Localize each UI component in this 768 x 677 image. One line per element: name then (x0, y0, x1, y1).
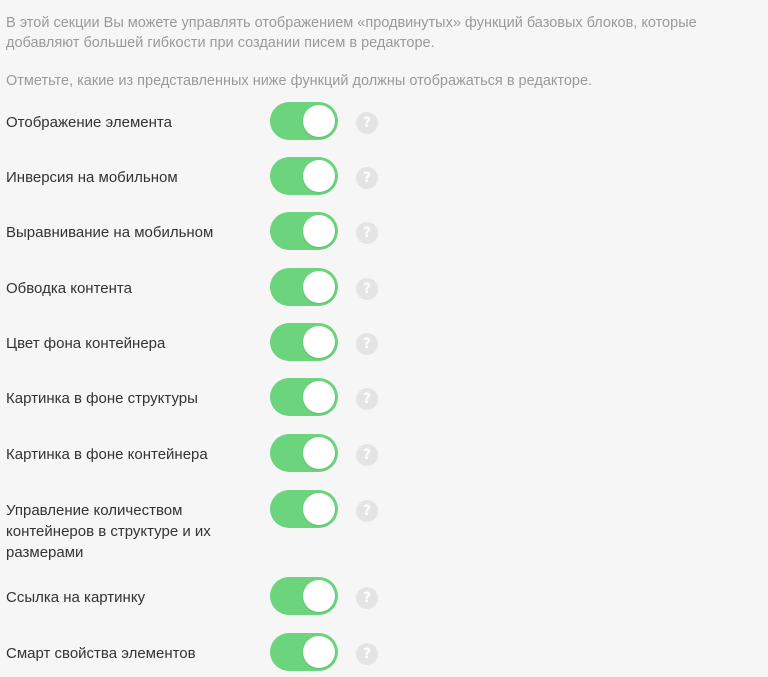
section-hint: Отметьте, какие из представленных ниже ф… (6, 73, 593, 89)
help-icon[interactable]: ? (356, 587, 378, 609)
help-icon[interactable]: ? (356, 333, 378, 355)
feature-toggle[interactable] (270, 633, 338, 671)
help-icon[interactable]: ? (356, 167, 378, 189)
feature-label: Картинка в фоне контейнера (6, 446, 208, 463)
toggle-knob (303, 580, 335, 612)
help-icon[interactable]: ? (356, 444, 378, 466)
toggle-knob (303, 160, 335, 192)
help-icon[interactable]: ? (356, 222, 378, 244)
help-icon[interactable]: ? (356, 500, 378, 522)
feature-label: Инверсия на мобильном (6, 169, 178, 186)
feature-toggle[interactable] (270, 212, 338, 250)
feature-toggle[interactable] (270, 323, 338, 361)
feature-label: Обводка контента (6, 280, 132, 297)
toggle-knob (303, 326, 335, 358)
feature-label: Ссылка на картинку (6, 589, 146, 606)
feature-toggle[interactable] (270, 378, 338, 416)
feature-toggle[interactable] (270, 577, 338, 615)
feature-toggle[interactable] (270, 268, 338, 306)
feature-label: Цвет фона контейнера (6, 335, 166, 352)
toggle-knob (303, 437, 335, 469)
help-icon[interactable]: ? (356, 112, 378, 134)
toggle-knob (303, 493, 335, 525)
feature-toggle[interactable] (270, 157, 338, 195)
feature-label: Отображение элемента (6, 114, 172, 131)
toggle-knob (303, 105, 335, 137)
help-icon[interactable]: ? (356, 643, 378, 665)
section-description: В этой секции Вы можете управлять отобра… (6, 15, 697, 51)
toggle-knob (303, 271, 335, 303)
feature-label: Выравнивание на мобильном (6, 224, 214, 241)
help-icon[interactable]: ? (356, 388, 378, 410)
toggle-knob (303, 215, 335, 247)
toggle-knob (303, 636, 335, 668)
feature-label: Смарт свойства элементов (6, 645, 196, 662)
help-icon[interactable]: ? (356, 278, 378, 300)
feature-toggle[interactable] (270, 434, 338, 472)
feature-label: Картинка в фоне структуры (6, 390, 198, 407)
feature-toggle[interactable] (270, 102, 338, 140)
toggle-knob (303, 381, 335, 413)
feature-toggle[interactable] (270, 490, 338, 528)
feature-label: Управление количеством контейнеров в стр… (6, 502, 211, 561)
